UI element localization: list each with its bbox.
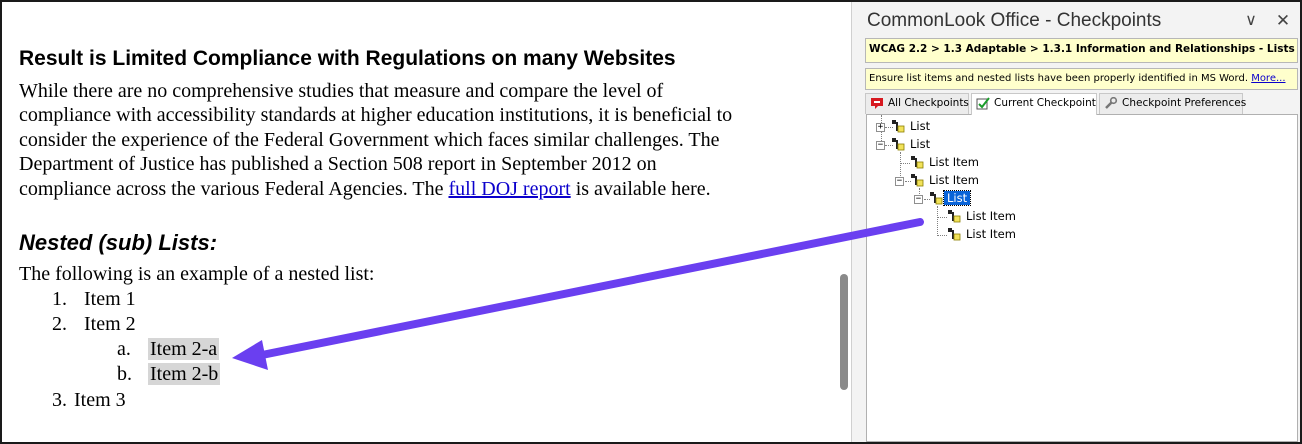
document-scrollbar[interactable] [837,2,851,442]
tab-all-checkpoints[interactable]: All Checkpoints [865,93,969,114]
tab-label: All Checkpoints [888,97,969,109]
checkpoint-tabs: All Checkpoints Current Checkpoint Check… [865,93,1298,115]
list-marker: 3. [52,389,67,411]
paragraph-line: consider the experience of the Federal G… [19,128,720,151]
tree-collapse-toggle[interactable]: − [876,141,885,150]
paragraph-text: compliance across the various Federal Ag… [19,177,449,200]
document-pane[interactable]: Result is Limited Compliance with Regula… [2,2,837,442]
tree-connector [900,163,910,164]
chevron-down-icon[interactable]: ∨ [1242,12,1260,30]
checkpoints-panel: CommonLook Office - Checkpoints ∨ ✕ WCAG… [851,2,1300,442]
list-item: 2. Item 2 [52,312,136,336]
tag-icon [911,174,924,187]
tree-expand-toggle[interactable]: + [876,123,885,132]
tree-node-list[interactable]: List [907,118,933,134]
tree-node-label: List Item [966,209,1016,223]
scrollbar-thumb[interactable] [840,274,848,390]
commonlook-logo-icon [871,98,883,109]
structure-tree[interactable]: + − − − List List List Item List Item Li… [866,114,1298,442]
list-item-nested: b. Item 2-b [117,362,221,386]
tree-connector [937,217,947,218]
tree-node-list-item[interactable]: List Item [926,172,982,188]
list-item: 1. Item 1 [52,287,136,311]
tree-node-list-item[interactable]: List Item [963,208,1019,224]
tree-node-label: List Item [929,155,979,169]
tree-connector [937,206,938,236]
wrench-icon [1105,97,1118,109]
tree-node-list-item[interactable]: List Item [926,154,982,170]
paragraph-line: compliance with accessibility standards … [19,104,733,127]
doj-report-link[interactable]: full DOJ report [448,178,570,200]
tab-label: Checkpoint Preferences [1122,97,1247,109]
tag-icon [892,120,905,133]
list-marker: b. [117,363,132,385]
tab-current-checkpoint[interactable]: Current Checkpoint [971,93,1097,115]
tree-node-list[interactable]: List [907,136,933,152]
panel-title: CommonLook Office - Checkpoints [867,10,1162,31]
tree-node-list-item[interactable]: List Item [963,226,1019,242]
list-item-text-highlighted: Item 2-a [148,338,220,360]
nested-lists-heading: Nested (sub) Lists: [19,230,218,255]
tree-collapse-toggle[interactable]: − [914,195,923,204]
list-marker: 1. [52,288,67,310]
more-link[interactable]: More... [1251,73,1285,84]
tag-icon [911,156,924,169]
tab-checkpoint-preferences[interactable]: Checkpoint Preferences [1099,93,1247,114]
tag-icon [948,228,961,241]
nested-list-intro: The following is an example of a nested … [19,263,375,285]
list-item: 3. Item 3 [52,388,126,412]
list-marker: 2. [52,313,67,335]
paragraph-text: is available here. [570,177,711,200]
tag-icon [948,210,961,223]
list-item-text: Item 1 [84,288,136,310]
tree-connector [937,235,947,236]
tag-icon [930,192,943,205]
close-icon[interactable]: ✕ [1274,12,1292,30]
document-paragraph: While there are no comprehensive studies… [19,79,819,201]
document-heading: Result is Limited Compliance with Regula… [19,47,676,70]
tree-node-label: List Item [966,227,1016,241]
instruction-text: Ensure list items and nested lists have … [869,73,1252,84]
list-item-text: Item 3 [74,389,126,411]
list-item-text-highlighted: Item 2-b [148,363,221,385]
list-marker: a. [117,338,131,360]
checkpoint-instruction: Ensure list items and nested lists have … [865,68,1298,90]
list-item-text: Item 2 [84,313,136,335]
tree-node-label-selected: List [942,190,972,206]
tree-node-label: List [910,137,931,151]
tag-icon [892,138,905,151]
tree-node-label: List [910,119,931,133]
tree-collapse-toggle[interactable]: − [895,177,904,186]
paragraph-line: Department of Justice has published a Se… [19,153,657,176]
tree-node-list-selected[interactable]: List [942,190,972,206]
list-item-nested: a. Item 2-a [117,337,220,361]
checklist-icon [976,97,990,110]
tab-label: Current Checkpoint [994,97,1096,109]
checkpoint-breadcrumb: WCAG 2.2 > 1.3 Adaptable > 1.3.1 Informa… [865,38,1298,63]
tree-node-label: List Item [929,173,979,187]
paragraph-line: compliance across the various Federal Ag… [19,177,819,201]
paragraph-line: While there are no comprehensive studies… [19,80,664,102]
